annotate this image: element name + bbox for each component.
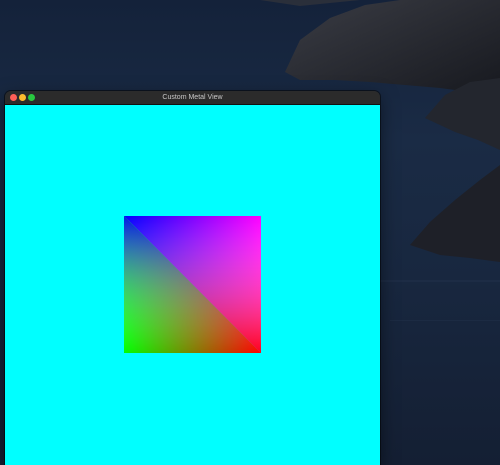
window-titlebar[interactable]: Custom Metal View [5, 91, 380, 105]
metal-app-window[interactable]: Custom Metal View [5, 91, 380, 465]
metal-render-view[interactable] [5, 105, 380, 465]
gradient-quad [124, 216, 261, 353]
window-title: Custom Metal View [162, 94, 223, 101]
